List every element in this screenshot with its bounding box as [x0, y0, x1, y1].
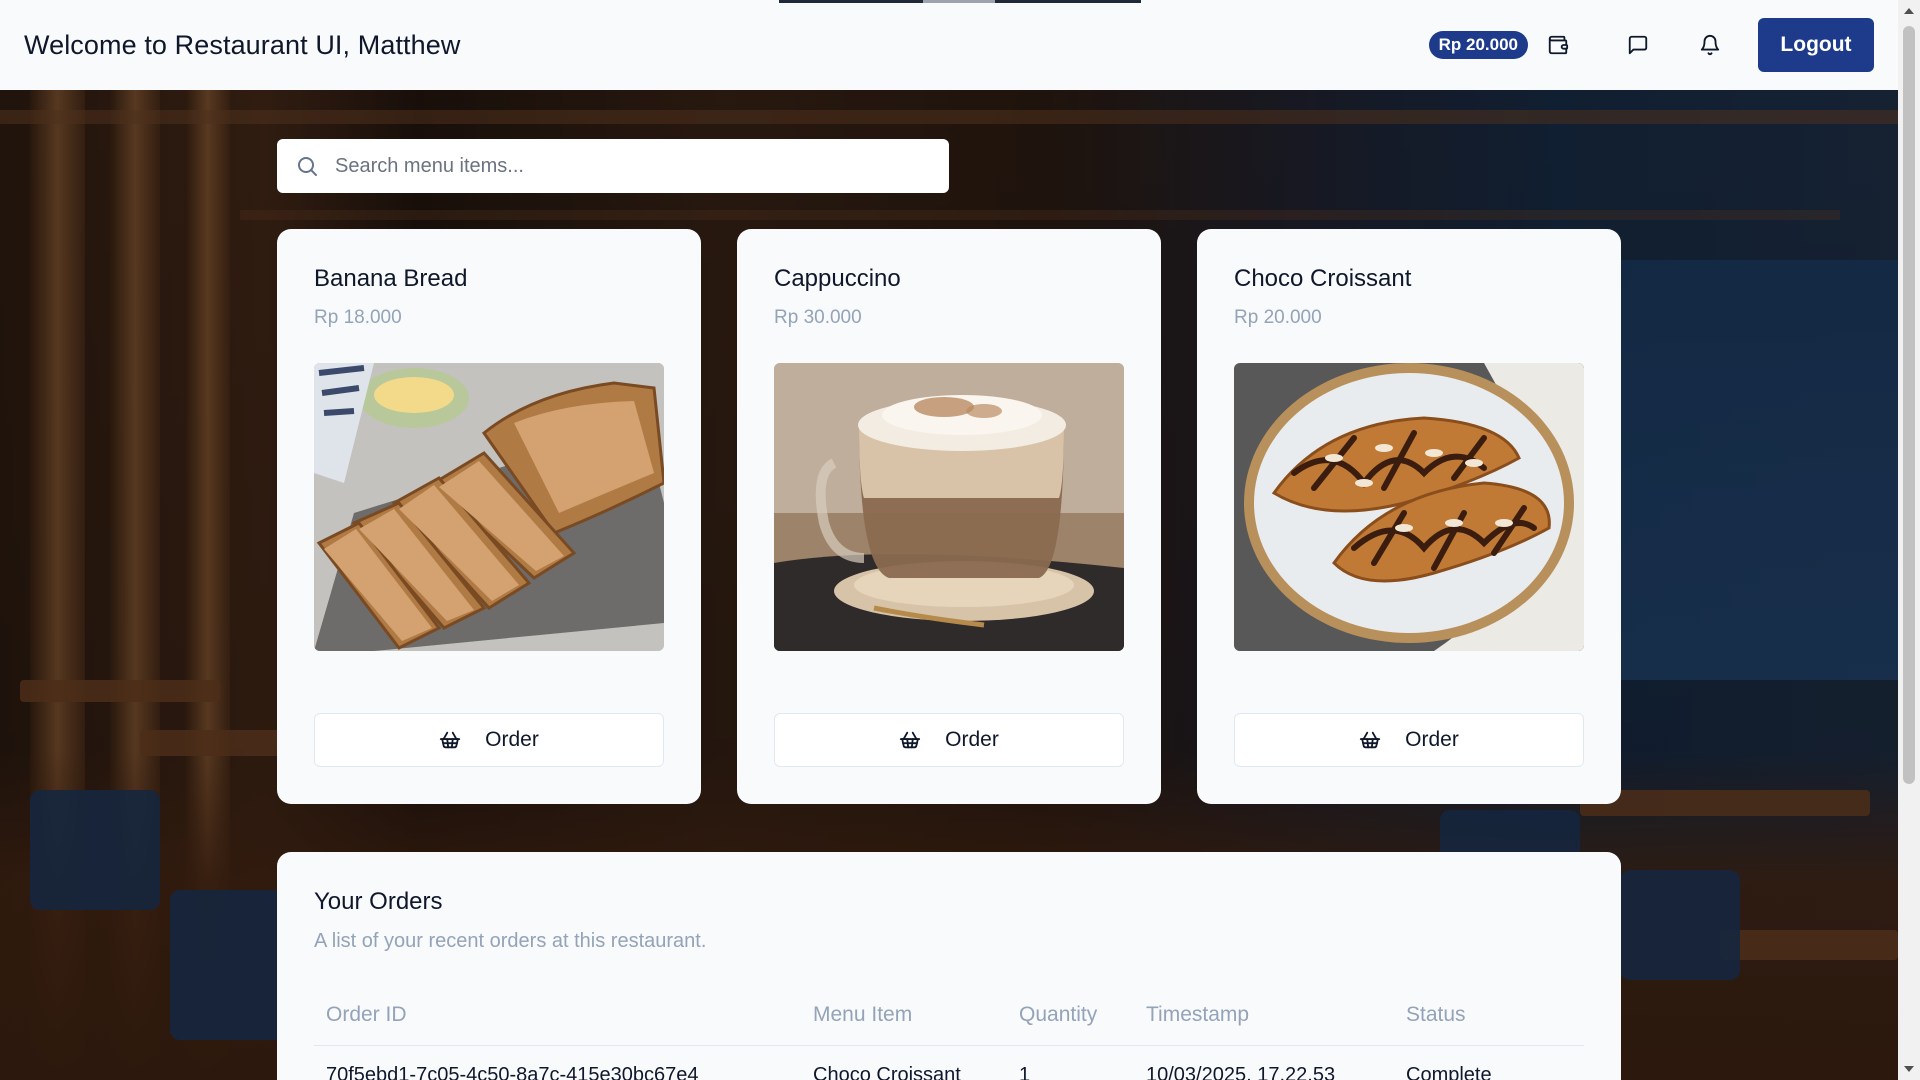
table-header-row: Order ID Menu Item Quantity Timestamp St… [314, 991, 1584, 1046]
menu-card-banana-bread: Banana Bread Rp 18.000 Order [277, 229, 701, 804]
search-input[interactable] [335, 154, 915, 178]
menu-item-name: Banana Bread [314, 265, 468, 292]
wallet-icon [1548, 35, 1569, 55]
scroll-down-arrow-icon[interactable] [1904, 1066, 1914, 1072]
menu-item-name: Cappuccino [774, 265, 901, 292]
basket-icon [440, 731, 461, 749]
order-button[interactable]: Order [1234, 713, 1584, 767]
wallet-button[interactable] [1538, 25, 1578, 65]
menu-item-name: Choco Croissant [1234, 265, 1412, 292]
menu-card-cappuccino: Cappuccino Rp 30.000 Order [737, 229, 1161, 804]
order-button[interactable]: Order [774, 713, 1124, 767]
order-id-cell: 70f5ebd1-7c05-4c50-8a7c-415e30bc67e4 [326, 1064, 699, 1080]
menu-item-price: Rp 30.000 [774, 307, 862, 328]
order-button-label: Order [945, 728, 999, 751]
search-bar[interactable] [277, 139, 949, 193]
basket-icon [900, 731, 921, 749]
menu-item-price: Rp 20.000 [1234, 307, 1322, 328]
welcome-title: Welcome to Restaurant UI, Matthew [24, 29, 461, 60]
order-button-label: Order [485, 728, 539, 751]
quantity-cell: 1 [1019, 1064, 1031, 1080]
timestamp-cell: 10/03/2025, 17.22.53 [1146, 1064, 1336, 1080]
bell-icon [1700, 35, 1720, 56]
messages-button[interactable] [1618, 25, 1658, 65]
menu-item-cell: Choco Croissant [813, 1064, 961, 1080]
choco-croissant-image [1234, 363, 1584, 651]
cappuccino-image [774, 363, 1124, 651]
menu-item-price: Rp 18.000 [314, 307, 402, 328]
column-header-menu-item: Menu Item [801, 991, 1007, 1046]
column-header-status: Status [1394, 991, 1584, 1046]
banana-bread-image [314, 363, 664, 651]
logout-button[interactable]: Logout [1758, 18, 1874, 72]
status-cell: Complete [1406, 1064, 1492, 1080]
scroll-up-arrow-icon[interactable] [1904, 8, 1914, 14]
top-header: Welcome to Restaurant UI, Matthew Rp 20.… [0, 0, 1898, 90]
orders-table: Order ID Menu Item Quantity Timestamp St… [314, 991, 1584, 1080]
balance-badge: Rp 20.000 [1428, 31, 1528, 59]
orders-panel: Your Orders A list of your recent orders… [277, 852, 1621, 1080]
message-icon [1628, 35, 1648, 55]
column-header-quantity: Quantity [1007, 991, 1134, 1046]
order-button-label: Order [1405, 728, 1459, 751]
basket-icon [1360, 731, 1381, 749]
search-icon [298, 157, 317, 176]
order-button[interactable]: Order [314, 713, 664, 767]
table-row[interactable]: 70f5ebd1-7c05-4c50-8a7c-415e30bc67e4 Cho… [314, 1046, 1584, 1080]
loading-bar [779, 0, 1141, 3]
menu-card-choco-croissant: Choco Croissant Rp 20.000 Order [1197, 229, 1621, 804]
column-header-timestamp: Timestamp [1134, 991, 1394, 1046]
notifications-button[interactable] [1690, 25, 1730, 65]
orders-subtitle: A list of your recent orders at this res… [314, 930, 707, 952]
orders-title: Your Orders [314, 888, 443, 915]
column-header-order-id: Order ID [314, 991, 801, 1046]
header-actions: Rp 20.000 Logout [1428, 18, 1874, 72]
page-scrollbar[interactable] [1898, 0, 1920, 1080]
scrollbar-thumb[interactable] [1903, 26, 1915, 784]
